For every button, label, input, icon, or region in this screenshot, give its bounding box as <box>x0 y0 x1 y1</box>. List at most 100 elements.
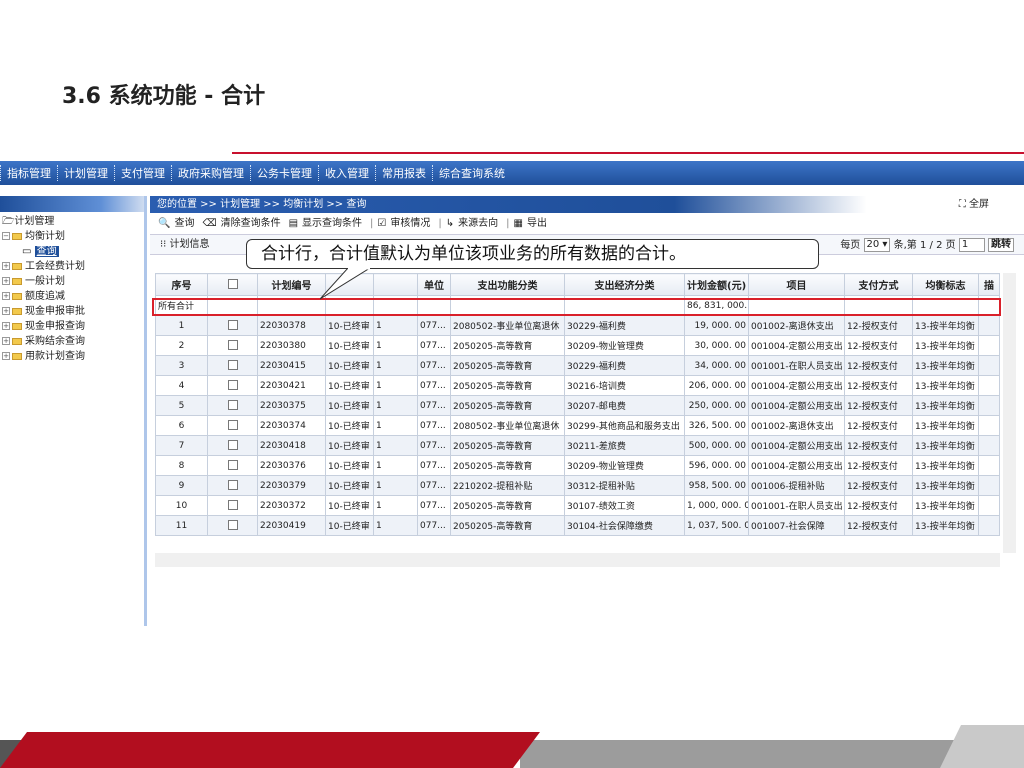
expand-toggle-icon[interactable]: + <box>2 277 10 285</box>
menu-item[interactable]: 支付管理 <box>114 165 171 181</box>
sidebar-item[interactable]: ▭ 查询 <box>2 244 144 259</box>
menu-item[interactable]: 常用报表 <box>375 165 432 181</box>
table-row[interactable]: 8 22030376 10-已终审 1 077... 2050205-高等教育 30209-… <box>155 455 1000 476</box>
menu-item[interactable]: 政府采购管理 <box>171 165 250 181</box>
table-cell: 12-授权支付 <box>844 435 913 456</box>
table-cell <box>978 315 1000 336</box>
folder-icon <box>12 232 22 240</box>
column-header[interactable]: 支出功能分类 <box>450 273 565 296</box>
table-row[interactable]: 5 22030375 10-已终审 1 077... 2050205-高等教育 30207-… <box>155 395 1000 416</box>
row-checkbox[interactable] <box>227 440 238 451</box>
table-cell: 12-授权支付 <box>844 515 913 536</box>
toolbar-button[interactable]: ↳ 来源去向 <box>446 218 502 229</box>
per-page-select[interactable]: 20 ▾ <box>863 238 891 252</box>
table-cell: 7 <box>155 435 208 456</box>
table-cell: 30104-社会保障缴费 <box>564 515 685 536</box>
sidebar-item[interactable]: + 现金申报查询 <box>2 319 144 334</box>
expand-toggle-icon[interactable]: + <box>2 322 10 330</box>
tree-root[interactable]: 🗁计划管理 <box>2 214 144 229</box>
column-header[interactable]: 序号 <box>155 273 208 296</box>
table-row[interactable]: 7 22030418 10-已终审 1 077... 2050205-高等教育 30211-… <box>155 435 1000 456</box>
column-header[interactable]: 项目 <box>748 273 845 296</box>
menu-item[interactable]: 计划管理 <box>57 165 114 181</box>
sidebar-item[interactable]: + 额度追减 <box>2 289 144 304</box>
table-row[interactable]: 4 22030421 10-已终审 1 077... 2050205-高等教育 30216-… <box>155 375 1000 396</box>
sidebar-item[interactable]: + 一般计划 <box>2 274 144 289</box>
toolbar-button[interactable]: ▤ 显示查询条件 <box>289 218 366 229</box>
sidebar-item[interactable]: + 用款计划查询 <box>2 349 144 364</box>
sidebar-item-label: 用款计划查询 <box>25 351 85 362</box>
table-cell: 13-按半年均衡 <box>912 335 979 356</box>
sidebar-item[interactable]: + 采购结余查询 <box>2 334 144 349</box>
menu-item[interactable]: 公务卡管理 <box>250 165 318 181</box>
column-header[interactable]: 计划金额(元) <box>684 273 749 296</box>
page-input[interactable]: 1 <box>958 238 985 252</box>
select-all-checkbox[interactable] <box>227 279 238 289</box>
expand-toggle-icon[interactable]: + <box>2 307 10 315</box>
table-cell: 13-按半年均衡 <box>912 455 979 476</box>
row-select-cell <box>207 455 258 476</box>
row-checkbox[interactable] <box>227 520 238 531</box>
row-checkbox[interactable] <box>227 360 238 371</box>
fullscreen-button[interactable]: ⛶ 全屏 <box>959 196 989 213</box>
expand-toggle-icon[interactable]: + <box>2 337 10 345</box>
menu-item[interactable]: 指标管理 <box>0 165 57 181</box>
row-checkbox[interactable] <box>227 480 238 491</box>
row-checkbox[interactable] <box>227 380 238 391</box>
menu-item[interactable]: 综合查询系统 <box>432 165 511 181</box>
row-checkbox[interactable] <box>227 460 238 471</box>
toolbar-button[interactable]: ⌫ 清除查询条件 <box>202 218 284 229</box>
jump-button[interactable]: 跳转 <box>988 238 1014 252</box>
table-cell: 326, 500. 00 <box>684 415 749 436</box>
table-cell: 30299-其他商品和服务支出 <box>564 415 685 436</box>
table-row[interactable]: 2 22030380 10-已终审 1 077... 2050205-高等教育 30209-… <box>155 335 1000 356</box>
toolbar-button[interactable]: ☑ 审核情况 <box>377 218 434 229</box>
table-cell: 22030419 <box>257 515 326 536</box>
row-checkbox[interactable] <box>227 320 238 331</box>
toolbar-button[interactable]: 🔍 查询 <box>158 218 198 229</box>
table-cell: 596, 000. 00 <box>684 455 749 476</box>
column-header[interactable] <box>373 273 418 296</box>
row-checkbox[interactable] <box>227 420 238 431</box>
grip-icon: ⁝⁝ <box>160 239 170 250</box>
column-header[interactable]: 计划编号 <box>257 273 326 296</box>
vertical-scrollbar[interactable] <box>1003 273 1016 553</box>
table-row[interactable]: 11 22030419 10-已终审 1 077... 2050205-高等教育 30104… <box>155 515 1000 536</box>
table-cell: 9 <box>155 475 208 496</box>
table-row[interactable]: 1 22030378 10-已终审 1 077... 2080502-事业单位离退休 302… <box>155 315 1000 336</box>
top-menu-bar: 指标管理 计划管理 支付管理 政府采购管理 公务卡管理 收入管理 常用报表 综合查询系统 <box>0 161 1024 185</box>
table-cell: 12-授权支付 <box>844 475 913 496</box>
row-checkbox[interactable] <box>227 500 238 511</box>
expand-toggle-icon[interactable]: − <box>2 232 10 240</box>
breadcrumb: 您的位置 >> 计划管理 >> 均衡计划 >> 查询 ⛶ 全屏 <box>150 196 1024 213</box>
expand-toggle-icon[interactable]: + <box>2 352 10 360</box>
column-header[interactable]: 支付方式 <box>844 273 913 296</box>
sidebar-item-label: 现金申报查询 <box>25 321 85 332</box>
toolbar-button[interactable]: ▦ 导出 <box>514 218 551 229</box>
sidebar-item[interactable]: + 工会经费计划 <box>2 259 144 274</box>
column-header[interactable]: 描 <box>978 273 1000 296</box>
table-cell: 2080502-事业单位离退休 <box>450 315 565 336</box>
column-header[interactable]: 均衡标志 <box>912 273 979 296</box>
sidebar-item[interactable]: − 均衡计划 <box>2 229 144 244</box>
expand-toggle-icon[interactable]: + <box>2 262 10 270</box>
menu-item[interactable]: 收入管理 <box>318 165 375 181</box>
expand-toggle-icon[interactable]: + <box>2 292 10 300</box>
table-cell: 13-按半年均衡 <box>912 475 979 496</box>
horizontal-scrollbar[interactable] <box>155 553 1000 567</box>
column-header[interactable] <box>207 273 258 296</box>
table-row[interactable]: 10 22030372 10-已终审 1 077... 2050205-高等教育 30107… <box>155 495 1000 516</box>
table-row[interactable]: 6 22030374 10-已终审 1 077... 2080502-事业单位离退休 302… <box>155 415 1000 436</box>
column-header[interactable]: 单位 <box>417 273 451 296</box>
table-cell: 10-已终审 <box>325 335 374 356</box>
column-header[interactable]: 支出经济分类 <box>564 273 685 296</box>
table-row[interactable]: 9 22030379 10-已终审 1 077... 2210202-提租补贴 30312-… <box>155 475 1000 496</box>
row-checkbox[interactable] <box>227 340 238 351</box>
table-cell: 12-授权支付 <box>844 395 913 416</box>
sidebar-item[interactable]: + 现金申报审批 <box>2 304 144 319</box>
table-cell: 250, 000. 00 <box>684 395 749 416</box>
row-select-cell <box>207 435 258 456</box>
sidebar-item-label: 均衡计划 <box>25 231 65 242</box>
row-checkbox[interactable] <box>227 400 238 411</box>
table-row[interactable]: 3 22030415 10-已终审 1 077... 2050205-高等教育 30229-… <box>155 355 1000 376</box>
